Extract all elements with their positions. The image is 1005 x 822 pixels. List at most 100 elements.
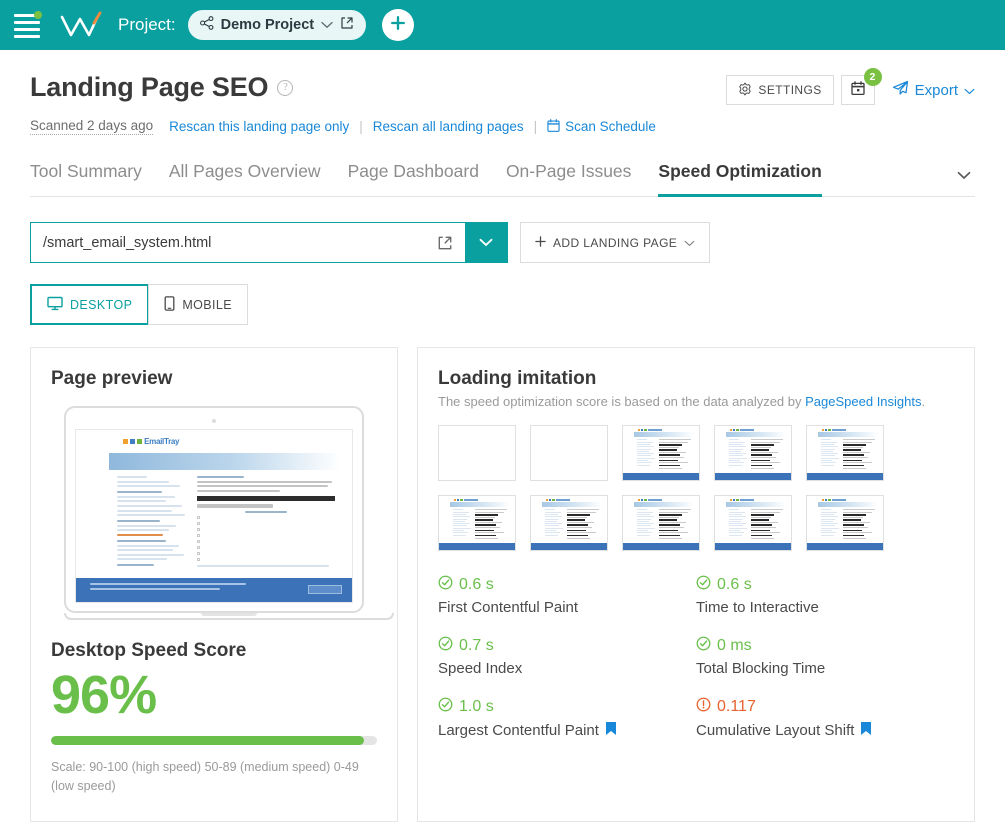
- green-dot-indicator: [34, 11, 42, 19]
- page-title: Landing Page SEO ?: [30, 72, 294, 103]
- tab-page-dashboard[interactable]: Page Dashboard: [348, 161, 479, 197]
- device-toggle-mobile-label: MOBILE: [182, 297, 232, 312]
- metric-item: 0 ms Total Blocking Time: [696, 636, 954, 677]
- add-project-button[interactable]: [382, 9, 415, 41]
- bookmark-flag-icon[interactable]: [860, 721, 872, 740]
- add-landing-page-button[interactable]: ADD LANDING PAGE: [520, 222, 711, 263]
- device-toggle-desktop[interactable]: DESKTOP: [30, 284, 150, 325]
- speed-score-title: Desktop Speed Score: [51, 640, 247, 661]
- filmstrip-frame[interactable]: [714, 495, 792, 551]
- mobile-phone-icon: [164, 295, 175, 314]
- emailtray-logo-mini: EmailTray: [109, 430, 341, 450]
- loading-imitation-subtitle: The speed optimization score is based on…: [438, 394, 954, 409]
- metric-value: 0.6 s: [459, 576, 494, 593]
- w-logo-icon[interactable]: [56, 8, 104, 42]
- settings-button[interactable]: SETTINGS: [726, 75, 834, 105]
- check-circle-icon: [696, 575, 711, 595]
- metric-label-row: Total Blocking Time: [696, 660, 954, 677]
- external-link-icon[interactable]: [437, 223, 465, 262]
- pagespeed-insights-link[interactable]: PageSpeed Insights: [805, 394, 921, 409]
- tab-all-pages-overview[interactable]: All Pages Overview: [169, 161, 321, 197]
- bookmark-flag-icon[interactable]: [605, 721, 617, 740]
- project-selector[interactable]: Demo Project: [187, 10, 367, 40]
- webcam-dot: [212, 419, 216, 423]
- export-button[interactable]: Export: [892, 80, 975, 100]
- chevron-down-icon: [479, 234, 493, 252]
- device-toggle-mobile[interactable]: MOBILE: [148, 284, 248, 325]
- metric-item: 0.7 s Speed Index: [438, 636, 696, 677]
- page-preview-card: Page preview EmailTray Desktop Speed Sco…: [30, 347, 398, 822]
- filmstrip-frame[interactable]: [438, 495, 516, 551]
- project-label: Project:: [118, 15, 176, 34]
- question-mark-circle-icon[interactable]: ?: [277, 79, 294, 96]
- top-navigation-bar: Project: Demo Project: [0, 0, 1005, 50]
- add-landing-page-label: ADD LANDING PAGE: [553, 235, 678, 250]
- device-toggle-group: DESKTOP MOBILE: [30, 284, 975, 325]
- hamburger-menu-icon[interactable]: [14, 11, 42, 38]
- metric-label-row: Largest Contentful Paint: [438, 721, 696, 740]
- metric-value: 0.6 s: [717, 576, 752, 593]
- export-button-label: Export: [914, 81, 958, 99]
- metric-value: 0.117: [717, 698, 756, 715]
- calendar-badge: 2: [863, 68, 882, 86]
- plus-icon: [390, 15, 406, 36]
- desktop-monitor-icon: [47, 296, 63, 314]
- metric-item: 0.6 s First Contentful Paint: [438, 575, 696, 616]
- metric-value: 0 ms: [717, 637, 752, 654]
- metric-label-row: Cumulative Layout Shift: [696, 721, 954, 740]
- separator: |: [533, 119, 538, 134]
- page-body: Landing Page SEO ? SETTINGS 2 Export Sca…: [0, 50, 1005, 822]
- metric-value-row: 1.0 s: [438, 697, 696, 717]
- check-circle-icon: [696, 636, 711, 656]
- landing-page-url-value[interactable]: /smart_email_system.html: [31, 223, 437, 262]
- rescan-this-page-link[interactable]: Rescan this landing page only: [169, 119, 349, 134]
- filmstrip-frame[interactable]: [530, 425, 608, 481]
- external-link-icon[interactable]: [340, 16, 354, 35]
- metric-label: Cumulative Layout Shift: [696, 722, 855, 739]
- filmstrip-frame[interactable]: [530, 495, 608, 551]
- plus-icon: [535, 235, 546, 250]
- filmstrip-frame[interactable]: [806, 495, 884, 551]
- check-circle-icon: [438, 636, 453, 656]
- scan-schedule-link[interactable]: Scan Schedule: [547, 118, 656, 135]
- metric-label: Time to Interactive: [696, 599, 819, 616]
- metric-label: Total Blocking Time: [696, 660, 826, 677]
- rescan-all-pages-link[interactable]: Rescan all landing pages: [373, 119, 524, 134]
- landing-page-selector-row: /smart_email_system.html ADD LANDING PAG…: [30, 222, 975, 263]
- metric-label: Largest Contentful Paint: [438, 722, 599, 739]
- metric-label-row: Speed Index: [438, 660, 696, 677]
- metrics-column-right: 0.6 s Time to Interactive 0 ms Total Block…: [696, 575, 954, 740]
- metric-value-row: 0.6 s: [696, 575, 954, 595]
- chevron-down-icon[interactable]: [964, 82, 975, 99]
- preview-screenshot: EmailTray: [75, 429, 353, 603]
- filmstrip-frame[interactable]: [806, 425, 884, 481]
- tab-speed-optimization[interactable]: Speed Optimization: [658, 161, 822, 197]
- page-header-row: Landing Page SEO ? SETTINGS 2 Export: [30, 50, 975, 105]
- filmstrip-frame[interactable]: [714, 425, 792, 481]
- landing-page-url-field[interactable]: /smart_email_system.html: [30, 222, 508, 263]
- scanned-timestamp: Scanned 2 days ago: [30, 118, 154, 135]
- calendar-icon: [850, 81, 865, 99]
- metric-value-row: 0 ms: [696, 636, 954, 656]
- chevron-down-icon[interactable]: [321, 16, 333, 34]
- chevron-down-icon[interactable]: [684, 236, 695, 250]
- metric-item: 0.117 Cumulative Layout Shift: [696, 697, 954, 740]
- metric-item: 1.0 s Largest Contentful Paint: [438, 697, 696, 740]
- filmstrip-frame[interactable]: [622, 495, 700, 551]
- landing-page-dropdown-button[interactable]: [465, 223, 507, 262]
- project-name: Demo Project: [220, 17, 315, 33]
- subtitle-prefix: The speed optimization score is based on…: [438, 394, 806, 409]
- tab-tool-summary[interactable]: Tool Summary: [30, 161, 142, 197]
- tab-bar: Tool Summary All Pages Overview Page Das…: [30, 161, 975, 197]
- metric-label-row: First Contentful Paint: [438, 599, 696, 616]
- speed-score-scale-text: Scale: 90-100 (high speed) 50-89 (medium…: [51, 760, 359, 794]
- calendar-button[interactable]: 2: [840, 68, 882, 105]
- tab-on-page-issues[interactable]: On-Page Issues: [506, 161, 631, 197]
- filmstrip-frame[interactable]: [622, 425, 700, 481]
- loading-imitation-title: Loading imitation: [438, 368, 597, 389]
- metric-label: First Contentful Paint: [438, 599, 579, 616]
- exclamation-circle-icon: [696, 697, 711, 717]
- filmstrip-frame[interactable]: [438, 425, 516, 481]
- metric-label-row: Time to Interactive: [696, 599, 954, 616]
- tabs-overflow-button[interactable]: [953, 164, 975, 186]
